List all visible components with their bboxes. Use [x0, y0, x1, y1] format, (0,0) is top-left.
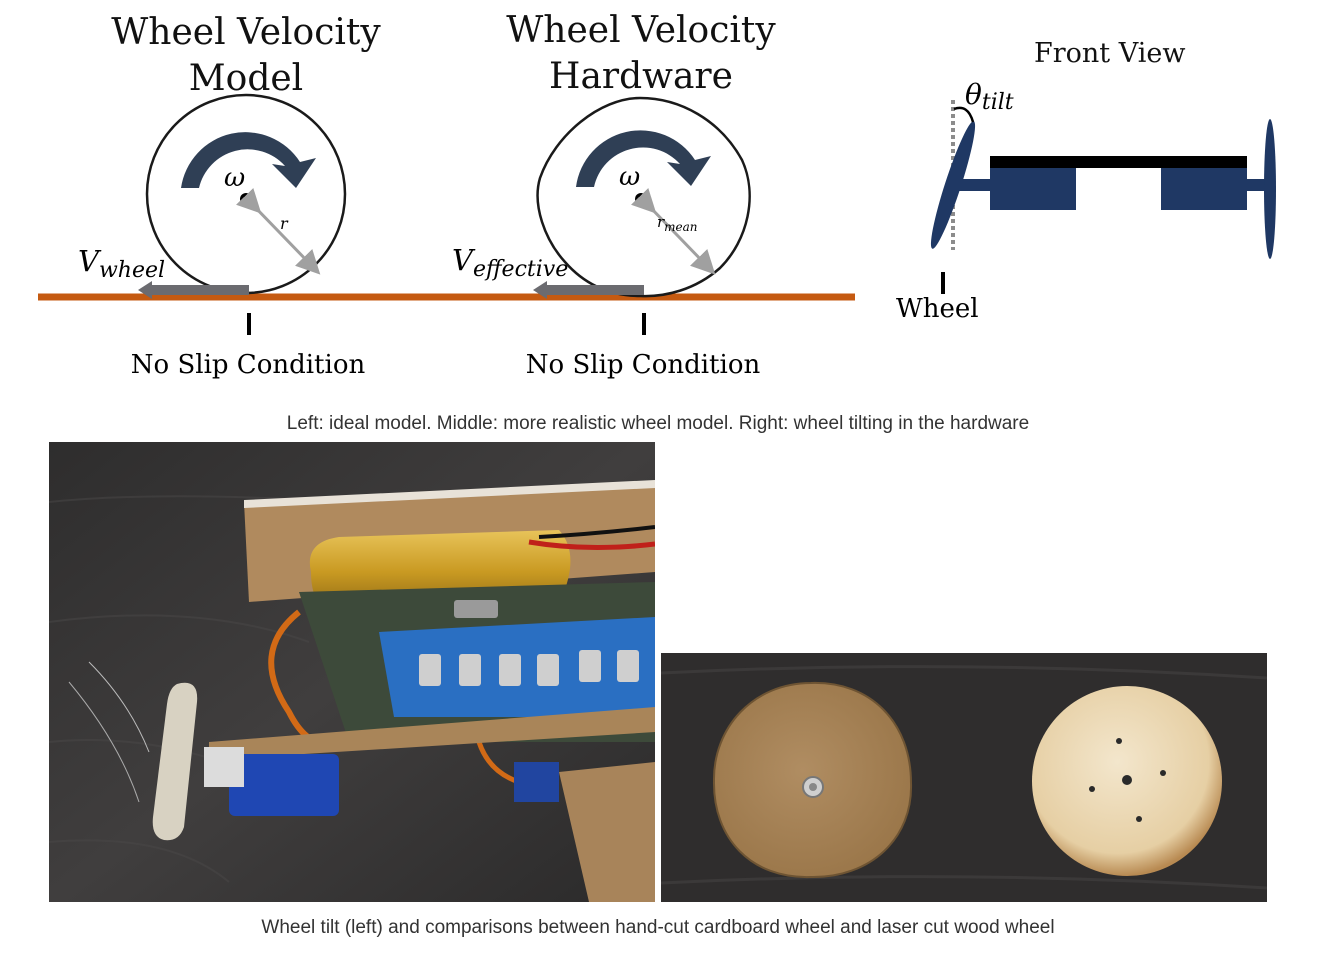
right-wheel	[1264, 119, 1276, 259]
hardware-velocity-bar	[545, 285, 644, 295]
model-center-dot	[240, 193, 252, 205]
top-caption: Left: ideal model. Middle: more realisti…	[286, 413, 1030, 434]
model-velocity-sub: wheel	[99, 258, 165, 283]
model-velocity-bar	[150, 285, 249, 295]
wheel-label: Wheel	[896, 294, 979, 324]
chassis-plate	[990, 156, 1247, 168]
hardware-velocity-label: Veffective	[452, 243, 568, 282]
wheel-tilt-photo	[49, 442, 655, 902]
left-motor-block	[990, 168, 1076, 210]
model-condition-label: No Slip Condition	[131, 350, 366, 380]
servo-motor	[229, 754, 339, 816]
tilt-angle-symbol: θ	[965, 78, 982, 111]
right-motor-block	[1161, 168, 1247, 210]
small-servo	[514, 762, 559, 802]
hardware-radius-sub: mean	[664, 220, 697, 234]
tilt-angle-sub: tilt	[982, 90, 1014, 115]
velocity-diagram: ω r Vwheel No Slip Condition ω rmean Vef…	[38, 78, 1276, 380]
model-radius-symbol: r	[280, 214, 289, 233]
hardware-condition-label: No Slip Condition	[526, 350, 761, 380]
model-velocity-label: Vwheel	[78, 244, 165, 283]
model-omega-symbol: ω	[224, 163, 245, 193]
left-axle	[958, 179, 992, 191]
usb-port	[454, 600, 498, 618]
tilt-angle-label: θtilt	[965, 78, 1014, 115]
hardware-omega-symbol: ω	[619, 162, 640, 192]
wheel-comparison-photo	[661, 653, 1267, 902]
bottom-caption: Wheel tilt (left) and comparisons betwee…	[261, 917, 1055, 938]
hardware-center-dot	[635, 193, 647, 205]
hardware-velocity-sub: effective	[473, 257, 568, 282]
